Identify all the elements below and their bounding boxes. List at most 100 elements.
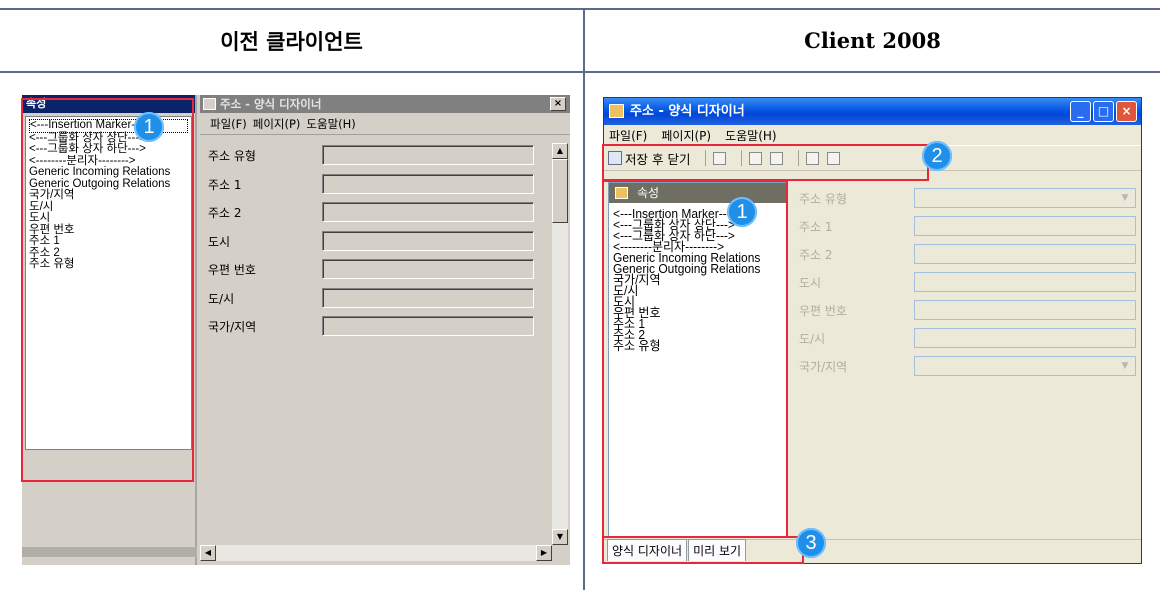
properties-icon [615, 187, 628, 199]
list-item[interactable]: <---그룹화 상자 하단---> [29, 143, 188, 156]
move-right-icon[interactable] [827, 151, 841, 165]
maximize-icon[interactable]: □ [1093, 101, 1114, 122]
move-left-icon[interactable] [806, 151, 820, 165]
old-properties-scrollbar[interactable] [22, 547, 197, 557]
scroll-right-icon[interactable]: ▶ [536, 545, 552, 561]
list-item[interactable]: Generic Incoming Relations [29, 166, 188, 179]
field-label: 도시 [208, 234, 231, 249]
chevron-down-icon[interactable]: ▼ [1117, 191, 1133, 205]
state-field[interactable] [322, 287, 534, 308]
address1-field[interactable] [914, 216, 1136, 236]
old-menubar: 파일(F) 페이지(P) 도움말(H) [200, 113, 570, 135]
form-row: 국가/지역 [200, 314, 552, 343]
address2-field[interactable] [914, 244, 1136, 264]
xp-form-fields: 주소 유형 ▼ 주소 1 주소 2 도시 우편 번호 도/시 국가/지역 ▼ [794, 186, 1138, 382]
field-label: 도/시 [208, 291, 235, 306]
callout-badge-2: 2 [922, 141, 952, 171]
minimize-icon[interactable]: _ [1070, 101, 1091, 122]
menu-help[interactable]: 도움말(H) [725, 127, 777, 144]
field-label: 주소 1 [208, 177, 242, 192]
postal-code-field[interactable] [322, 259, 534, 279]
list-item[interactable]: 주소 1 [29, 235, 188, 248]
header-bottom-rule [0, 71, 1160, 73]
list-item[interactable]: 국가/지역 [29, 189, 188, 202]
page-layout-icon[interactable] [770, 151, 784, 165]
scroll-thumb[interactable] [552, 159, 568, 223]
new-form-designer-window: 주소 - 양식 디자이너 _ □ × 파일(F) 페이지(P) 도움말(H) 저… [603, 97, 1142, 564]
callout-badge-1-new: 1 [727, 197, 757, 227]
form-row: 주소 2 [200, 200, 552, 229]
scroll-down-icon[interactable]: ▼ [552, 529, 568, 545]
country-dropdown[interactable]: ▼ [914, 356, 1136, 376]
xp-properties-title-text: 속성 [637, 186, 660, 200]
list-item[interactable]: 도/시 [613, 285, 785, 298]
old-form-fields: 주소 유형 주소 1 주소 2 도시 우편 번호 도/시 국가/지역 [200, 143, 552, 343]
field-label: 국가/지역 [208, 320, 257, 334]
save-close-button[interactable]: 저장 후 닫기 [608, 149, 690, 168]
list-item[interactable]: 도시 [29, 212, 188, 225]
new-page-icon[interactable] [749, 151, 763, 165]
close-icon[interactable]: × [1116, 101, 1137, 122]
xp-properties-panel: 속성 <---Insertion Marker---> <---그룹화 상자 상… [608, 182, 788, 537]
tab-preview[interactable]: 미리 보기 [688, 539, 747, 561]
toolbar-separator [741, 150, 743, 166]
save-close-label: 저장 후 닫기 [625, 151, 691, 167]
tab-form-designer[interactable]: 양식 디자이너 [607, 539, 688, 561]
toolbar-separator [705, 150, 707, 166]
old-client-heading: 이전 클라이언트 [220, 29, 363, 54]
old-properties-title: 속성 [22, 95, 195, 113]
close-icon[interactable]: × [550, 97, 566, 111]
form-row: 도/시 [200, 286, 552, 315]
form-row: 우편 번호 [200, 257, 552, 286]
xp-window-title: 주소 - 양식 디자이너 [630, 104, 745, 119]
menu-page[interactable]: 페이지(P) [661, 127, 711, 144]
xp-properties-list: <---Insertion Marker---> <---그룹화 상자 상단--… [613, 209, 785, 534]
old-horizontal-scrollbar[interactable]: ◀ ▶ [200, 545, 552, 561]
menu-file[interactable]: 파일(F) [210, 116, 247, 132]
address-type-dropdown[interactable]: ▼ [914, 188, 1136, 208]
xp-toolbar: 저장 후 닫기 [604, 145, 1141, 171]
city-field[interactable] [322, 230, 534, 251]
list-item[interactable]: 도/시 [29, 201, 188, 214]
field-label: 주소 2 [799, 248, 833, 262]
list-item[interactable]: 주소 유형 [613, 340, 785, 353]
chevron-down-icon[interactable]: ▼ [1117, 359, 1133, 373]
form-row: 국가/지역 ▼ [794, 354, 1138, 382]
menu-page[interactable]: 페이지(P) [253, 116, 301, 132]
list-item[interactable]: 국가/지역 [613, 274, 785, 287]
address2-field[interactable] [322, 202, 534, 222]
callout-badge-1-old: 1 [134, 112, 164, 142]
old-properties-list: <---Insertion Marker---> <---그룹화 상자 상단--… [25, 116, 192, 450]
menu-file[interactable]: 파일(F) [609, 127, 647, 144]
form-row: 우편 번호 [794, 298, 1138, 326]
country-field[interactable] [322, 316, 534, 336]
form-row: 도시 [200, 229, 552, 258]
xp-tab-strip: 양식 디자이너 미리 보기 [604, 539, 1141, 561]
state-field[interactable] [914, 328, 1136, 348]
list-item[interactable]: 주소 유형 [29, 258, 188, 271]
old-properties-panel: 속성 <---Insertion Marker---> <---그룹화 상자 상… [22, 95, 197, 565]
field-label: 우편 번호 [799, 304, 847, 318]
form-row: 주소 1 [200, 172, 552, 201]
form-row: 주소 유형 [200, 143, 552, 172]
xp-titlebar: 주소 - 양식 디자이너 _ □ × [604, 98, 1141, 125]
properties-toggle-icon[interactable] [713, 151, 727, 165]
menu-help[interactable]: 도움말(H) [306, 116, 355, 132]
city-field[interactable] [914, 272, 1136, 292]
address-type-field[interactable] [322, 145, 534, 165]
scroll-up-icon[interactable]: ▲ [552, 143, 568, 159]
old-form-designer-window: 주소 - 양식 디자이너 × 파일(F) 페이지(P) 도움말(H) 주소 유형… [200, 95, 570, 565]
form-row: 주소 2 [794, 242, 1138, 270]
column-divider [583, 8, 585, 590]
field-label: 도시 [799, 276, 822, 290]
form-row: 주소 1 [794, 214, 1138, 242]
postal-code-field[interactable] [914, 300, 1136, 320]
form-row: 주소 유형 ▼ [794, 186, 1138, 214]
list-item[interactable]: <---Insertion Marker---> [29, 119, 188, 133]
xp-properties-title: 속성 [609, 183, 787, 203]
save-icon [608, 151, 622, 165]
old-vertical-scrollbar[interactable]: ▲ ▼ [552, 143, 568, 545]
old-client-screenshot: 속성 <---Insertion Marker---> <---그룹화 상자 상… [22, 95, 570, 565]
scroll-left-icon[interactable]: ◀ [200, 545, 216, 561]
address1-field[interactable] [322, 173, 534, 194]
